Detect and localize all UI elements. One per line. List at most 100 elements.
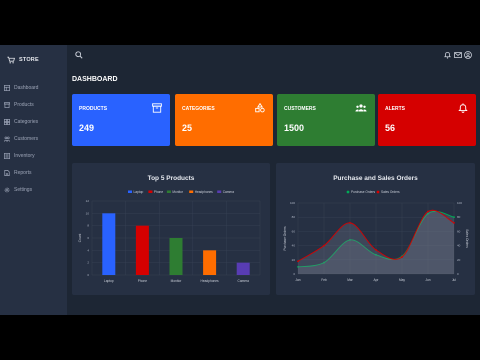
card-value: 56 (385, 123, 396, 133)
sidebar-item-label: Settings (14, 187, 33, 193)
legend-label: Laptop (134, 190, 144, 194)
sidebar-item-label: Products (14, 102, 34, 108)
sidebar-item-label: Dashboard (14, 85, 39, 91)
legend-swatch (166, 190, 171, 193)
y2-tick-label: 0 (457, 272, 459, 276)
x-tick-label: Mar (347, 278, 353, 282)
brand-name: STORE (19, 57, 39, 63)
data-point (297, 260, 299, 263)
y-tick-label: 10 (86, 211, 90, 215)
card-categories[interactable]: CATEGORIES 25 (175, 94, 273, 146)
data-point (427, 210, 429, 213)
y-tick-label: 12 (86, 199, 90, 203)
legend-label: Camera (223, 190, 235, 194)
sidebar-item-label: Reports (14, 170, 32, 176)
x-tick-label: Jul (452, 278, 456, 282)
y-tick-label: 0 (87, 273, 89, 277)
data-point (453, 216, 455, 219)
y2-tick-label: 80 (457, 215, 461, 219)
categories-icon (4, 119, 10, 125)
legend-label: Headphones (195, 190, 213, 194)
cart-icon (7, 56, 15, 64)
data-point (453, 221, 455, 224)
x-tick-label: Jan (295, 278, 300, 282)
top-header (67, 45, 480, 65)
sidebar-item-customers[interactable]: Customers (4, 134, 64, 144)
y2-tick-label: 100 (457, 201, 462, 205)
y-tick-label: 60 (292, 229, 296, 233)
chart-legend: Laptop Phone Monitor Headphones Camera (128, 190, 234, 194)
y-axis-label: Count (78, 234, 82, 243)
y-tick-label: 4 (87, 248, 89, 252)
sidebar-item-label: Inventory (14, 153, 35, 159)
customers-icon (4, 136, 10, 142)
sidebar-item-reports[interactable]: Reports (4, 168, 64, 178)
card-label: PRODUCTS (79, 106, 108, 112)
sidebar-item-inventory[interactable]: Inventory (4, 151, 64, 161)
shapes-icon (255, 103, 265, 113)
card-alerts[interactable]: ALERTS 56 (378, 94, 476, 146)
sidebar-item-settings[interactable]: Settings (4, 185, 64, 195)
legend-marker (376, 190, 380, 194)
sidebar-item-dashboard[interactable]: Dashboard (4, 83, 64, 93)
x-tick-label: Camera (238, 279, 250, 283)
y2-axis-label: Sales Orders (465, 229, 469, 248)
page-title: DASHBOARD (72, 76, 118, 83)
card-label: CUSTOMERS (284, 106, 316, 112)
products-icon (4, 102, 10, 108)
bar (169, 238, 183, 275)
x-tick-label: May (399, 278, 405, 282)
sidebar-item-categories[interactable]: Categories (4, 117, 64, 127)
search-icon[interactable] (75, 51, 83, 59)
account-icon[interactable] (464, 51, 472, 59)
legend-label: Phone (154, 190, 163, 194)
card-label: ALERTS (385, 106, 405, 112)
dashboard-icon (4, 85, 10, 91)
data-point (349, 221, 351, 224)
bar (102, 213, 116, 275)
card-customers[interactable]: CUSTOMERS 1500 (277, 94, 375, 146)
legend-swatch (217, 190, 222, 193)
sidebar-item-label: Categories (14, 119, 39, 125)
legend-swatch (128, 190, 132, 193)
x-tick-label: Monitor (171, 279, 183, 283)
mail-icon[interactable] (454, 51, 462, 59)
card-value: 1500 (284, 123, 305, 133)
bar-chart-panel: Top 5 Products Laptop Phone Monitor Headpho… (72, 163, 270, 295)
x-tick-label: Jun (425, 278, 430, 282)
app-frame: STORE Dashboard Products Categories Cust… (0, 45, 480, 315)
y-tick-label: 40 (292, 244, 296, 248)
x-tick-label: Headphones (201, 279, 219, 283)
area-chart-panel: Purchase and Sales Orders Purchase Order… (276, 163, 475, 295)
inventory-icon (4, 153, 10, 159)
y-tick-label: 2 (87, 261, 89, 265)
y-tick-label: 100 (290, 201, 295, 205)
bar (236, 262, 250, 275)
bell-icon[interactable] (444, 51, 451, 59)
bar (203, 250, 217, 275)
y2-tick-label: 40 (457, 244, 461, 248)
legend-marker (346, 190, 350, 194)
data-point (401, 256, 403, 258)
card-value: 25 (182, 123, 193, 133)
y-tick-label: 8 (87, 224, 89, 228)
bar-chart: Laptop Phone Monitor Headphones Camera 0 2 4 6 8 1… (78, 190, 261, 283)
sidebar-item-products[interactable]: Products (4, 100, 64, 110)
area-chart: Purchase Orders Sales Orders 0 20 40 60 80 100 0… (283, 190, 469, 282)
legend-swatch (148, 190, 153, 193)
y2-tick-label: 60 (457, 229, 461, 233)
legend-label: Monitor (172, 190, 184, 194)
legend-swatch (189, 190, 194, 193)
archive-icon (152, 103, 162, 113)
settings-icon (4, 187, 10, 193)
brand[interactable]: STORE (7, 56, 39, 64)
card-products[interactable]: PRODUCTS 249 (72, 94, 170, 146)
bar (135, 225, 149, 275)
y2-tick-label: 20 (457, 258, 461, 262)
x-tick-label: Phone (138, 279, 147, 283)
alert-bell-icon (458, 103, 468, 113)
sidebar-item-label: Customers (14, 136, 39, 142)
x-tick-label: Apr (374, 278, 380, 282)
reports-icon (4, 170, 10, 176)
chart-legend: Purchase Orders Sales Orders (346, 190, 400, 194)
